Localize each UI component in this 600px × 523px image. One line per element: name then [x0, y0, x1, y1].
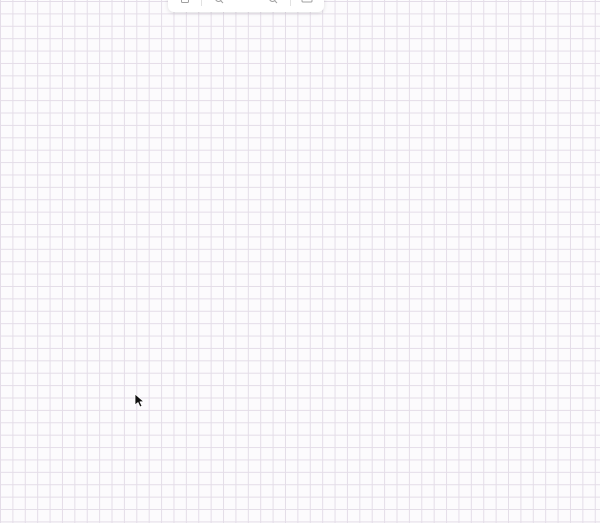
zoom-toolbar: [168, 0, 324, 12]
zoom-out-icon[interactable]: [212, 0, 226, 6]
toolbar-divider: [201, 0, 203, 6]
grid-canvas[interactable]: [0, 0, 600, 523]
fit-view-icon[interactable]: [300, 0, 314, 6]
pointer-cursor-icon: [134, 393, 146, 409]
undo-icon[interactable]: [178, 0, 192, 6]
zoom-in-icon[interactable]: [266, 0, 280, 6]
toolbar-divider: [289, 0, 291, 6]
